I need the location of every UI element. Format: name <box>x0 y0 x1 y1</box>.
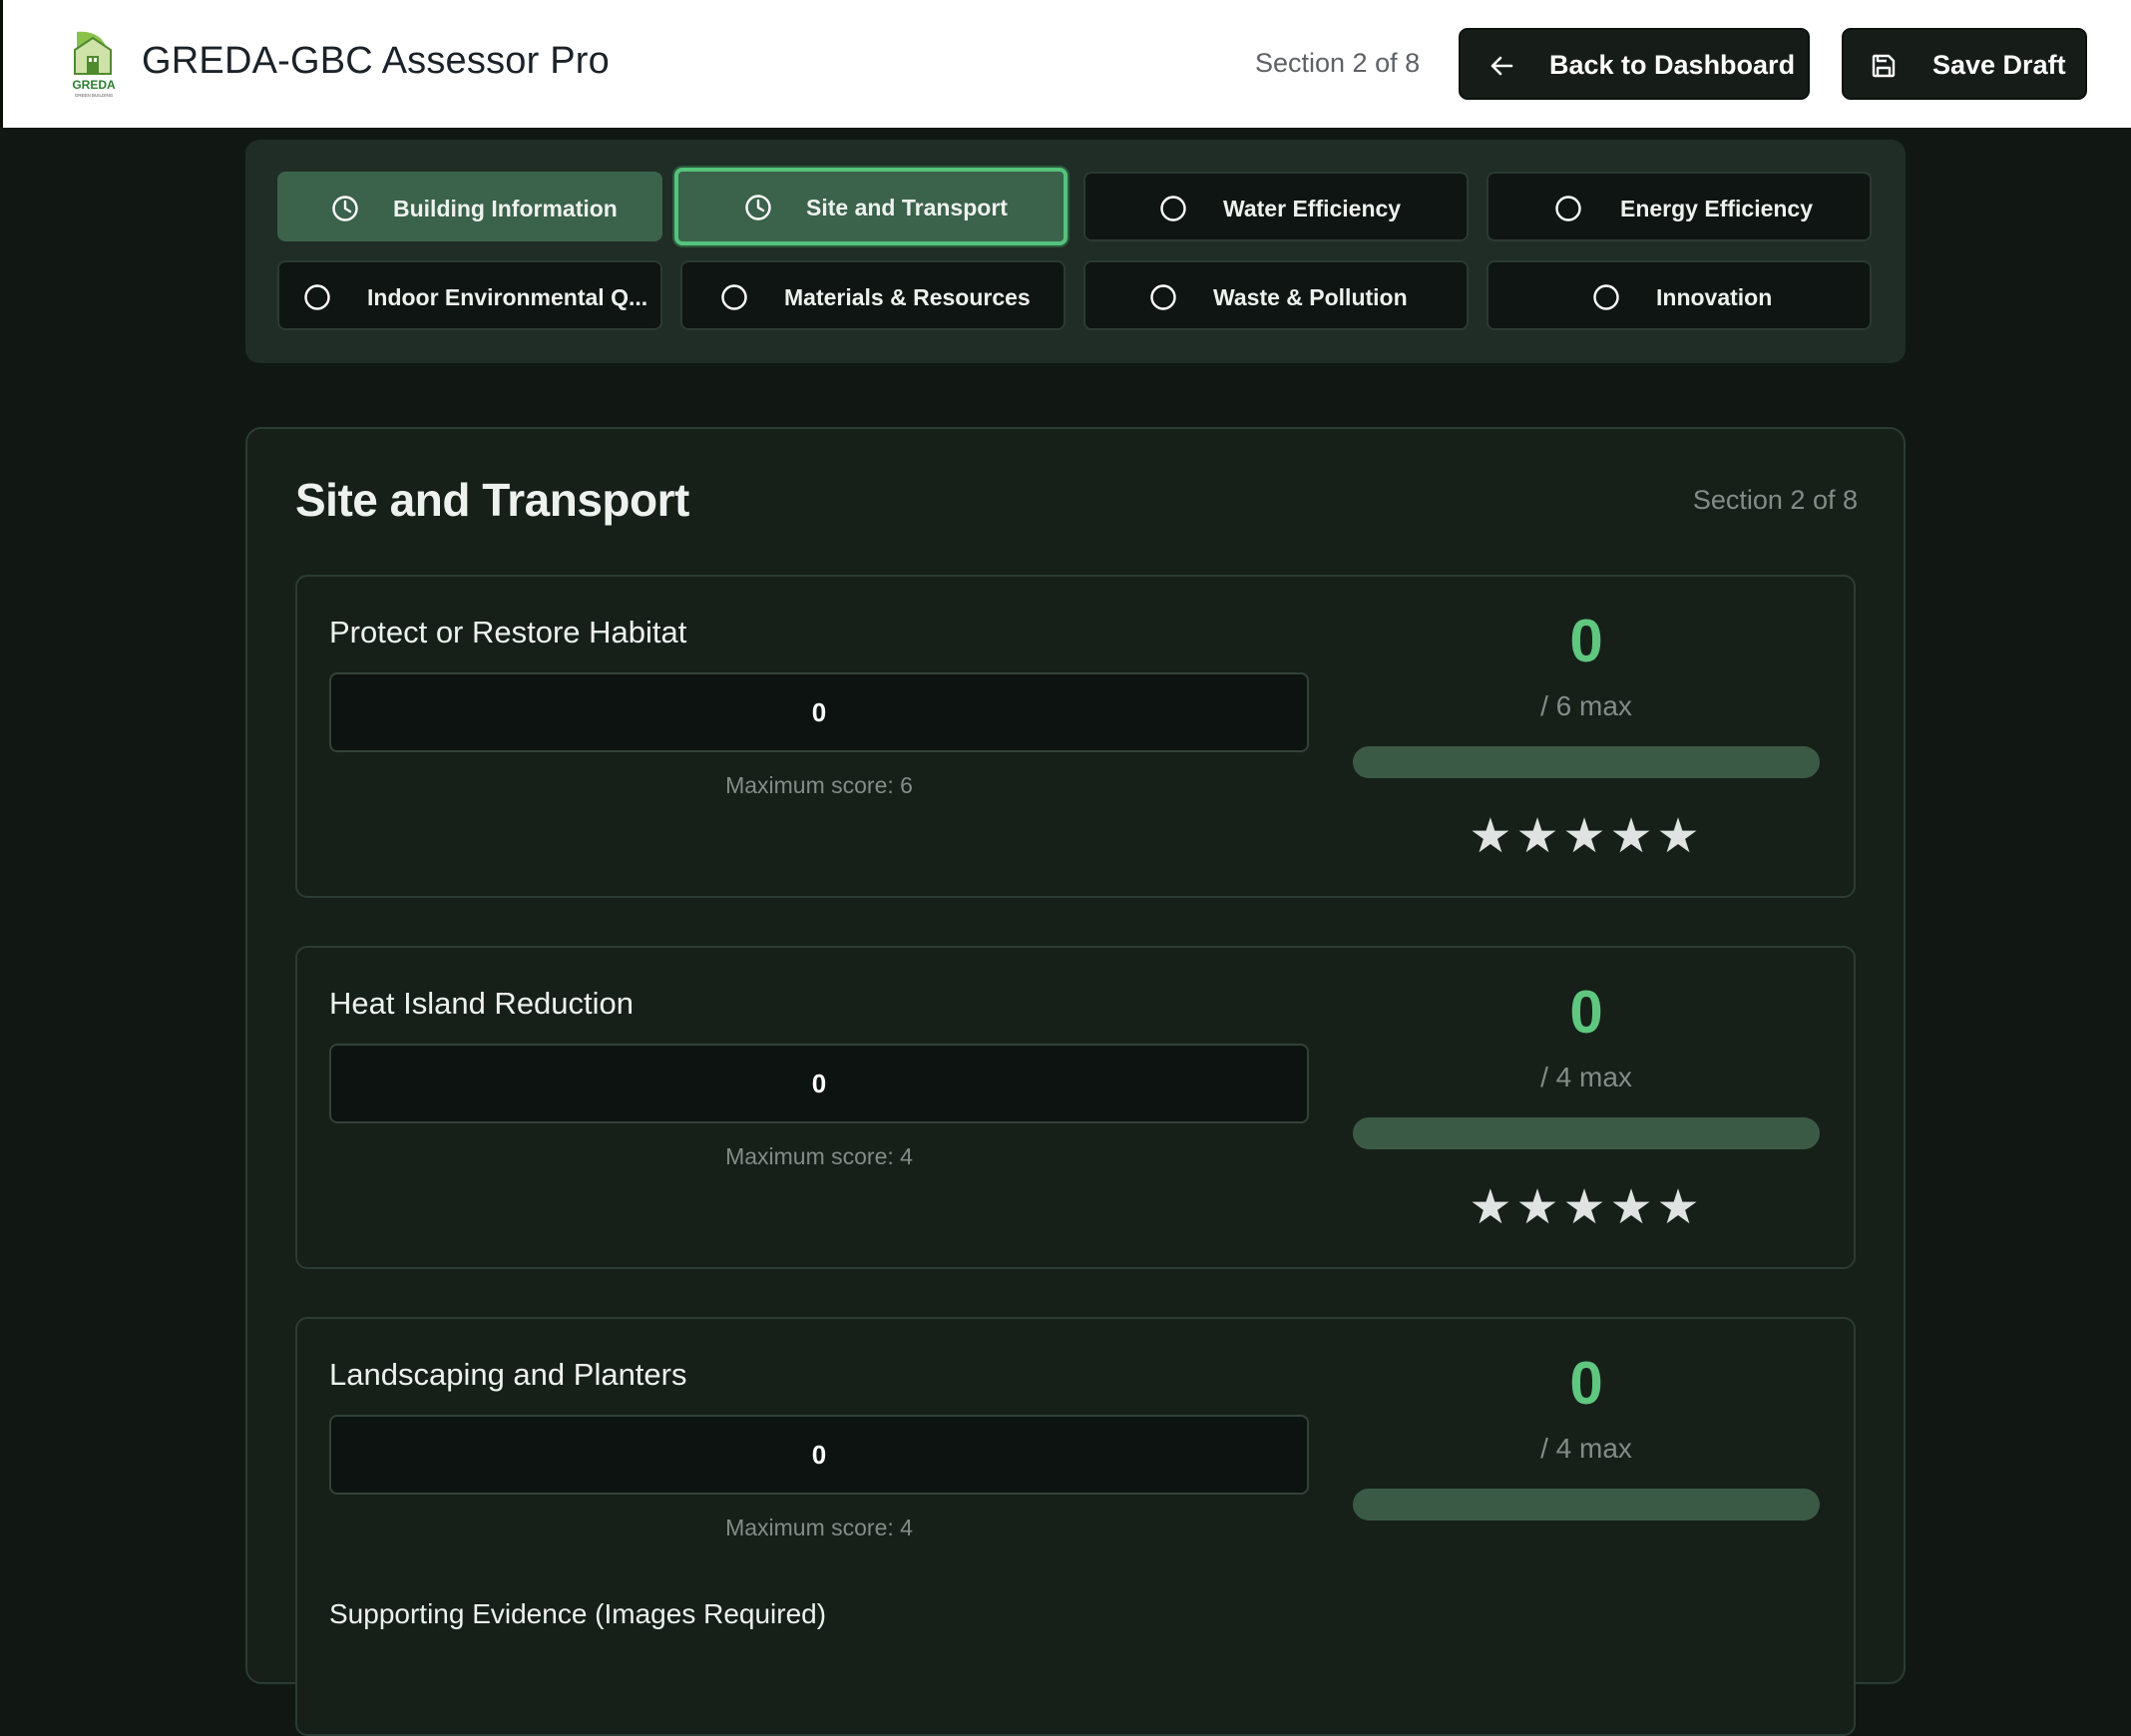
tab-materials-and-resources[interactable]: Materials & Resources <box>680 260 1066 330</box>
circle-icon <box>1160 196 1186 221</box>
max-score-note: Maximum score: 4 <box>725 1515 913 1540</box>
criterion-name: Protect or Restore Habitat <box>329 615 687 650</box>
score-progress-bar <box>1353 746 1820 778</box>
max-label: / 4 max <box>1540 1062 1632 1092</box>
greda-logo-icon: GREDA GREEN BUILDING <box>72 31 116 98</box>
star-rating: ★★★★★ <box>1469 1181 1704 1234</box>
score-display: 0 <box>1569 979 1603 1046</box>
tab-energy-efficiency[interactable]: Energy Efficiency <box>1487 172 1872 241</box>
tab-site-and-transport[interactable]: Site and Transport <box>674 168 1067 245</box>
clock-icon <box>745 195 771 220</box>
criterion-card: Heat Island Reduction Maximum score: 4 0… <box>295 946 1856 1269</box>
circle-icon <box>721 284 747 310</box>
clock-icon <box>332 196 358 221</box>
section-title: Site and Transport <box>295 474 689 526</box>
max-label: / 4 max <box>1540 1433 1632 1464</box>
criterion-card: Protect or Restore Habitat Maximum score… <box>295 575 1856 898</box>
tab-label: Building Information <box>393 196 618 221</box>
tab-label: Materials & Resources <box>784 284 1031 310</box>
svg-text:GREEN BUILDING: GREEN BUILDING <box>75 93 114 98</box>
section-tabs: Building Information Site and Transport … <box>245 140 1906 363</box>
tab-waste-and-pollution[interactable]: Waste & Pollution <box>1083 260 1469 330</box>
save-draft-button[interactable]: Save Draft <box>1842 28 2087 100</box>
section-card: Site and Transport Section 2 of 8 Protec… <box>245 427 1906 1736</box>
back-button-label: Back to Dashboard <box>1549 50 1796 80</box>
circle-icon <box>1150 284 1176 310</box>
score-progress-bar <box>1353 1117 1820 1149</box>
app-title: GREDA-GBC Assessor Pro <box>142 40 610 82</box>
star-rating: ★★★★★ <box>1469 810 1704 863</box>
score-input[interactable] <box>329 1044 1309 1123</box>
tab-label: Energy Efficiency <box>1620 196 1814 221</box>
section-indicator: Section 2 of 8 <box>1255 48 1421 78</box>
max-label: / 6 max <box>1540 690 1632 721</box>
score-input[interactable] <box>329 1415 1309 1495</box>
top-bar: GREDA GREEN BUILDING GREDA-GBC Assessor … <box>0 0 2131 128</box>
max-score-note: Maximum score: 4 <box>725 1143 913 1169</box>
max-score-note: Maximum score: 6 <box>725 772 913 798</box>
score-input[interactable] <box>329 672 1309 752</box>
save-icon <box>1872 54 1896 78</box>
tab-label: Site and Transport <box>806 195 1008 220</box>
circle-icon <box>304 284 330 310</box>
back-to-dashboard-button[interactable]: Back to Dashboard <box>1459 28 1810 100</box>
score-display: 0 <box>1569 608 1603 674</box>
section-progress-label: Section 2 of 8 <box>1692 485 1858 515</box>
circle-icon <box>1555 196 1581 221</box>
criterion-name: Heat Island Reduction <box>329 986 635 1021</box>
tab-label: Water Efficiency <box>1223 196 1402 221</box>
tab-label: Indoor Environmental Q... <box>367 284 648 310</box>
save-button-label: Save Draft <box>1932 50 2066 80</box>
tab-water-efficiency[interactable]: Water Efficiency <box>1083 172 1469 241</box>
tab-label: Waste & Pollution <box>1213 284 1408 310</box>
tab-building-information[interactable]: Building Information <box>277 172 662 241</box>
tab-innovation[interactable]: Innovation <box>1487 260 1872 330</box>
tab-indoor-environmental-quality[interactable]: Indoor Environmental Q... <box>277 260 662 330</box>
supporting-evidence-label: Supporting Evidence (Images Required) <box>329 1598 827 1629</box>
score-progress-bar <box>1353 1489 1820 1520</box>
tab-label: Innovation <box>1656 284 1773 310</box>
criterion-name: Landscaping and Planters <box>329 1357 687 1392</box>
score-display: 0 <box>1569 1350 1603 1417</box>
criterion-card: Landscaping and Planters Maximum score: … <box>295 1317 1856 1736</box>
svg-text:GREDA: GREDA <box>72 78 116 92</box>
arrow-left-icon <box>1491 56 1513 76</box>
circle-icon <box>1593 284 1619 310</box>
